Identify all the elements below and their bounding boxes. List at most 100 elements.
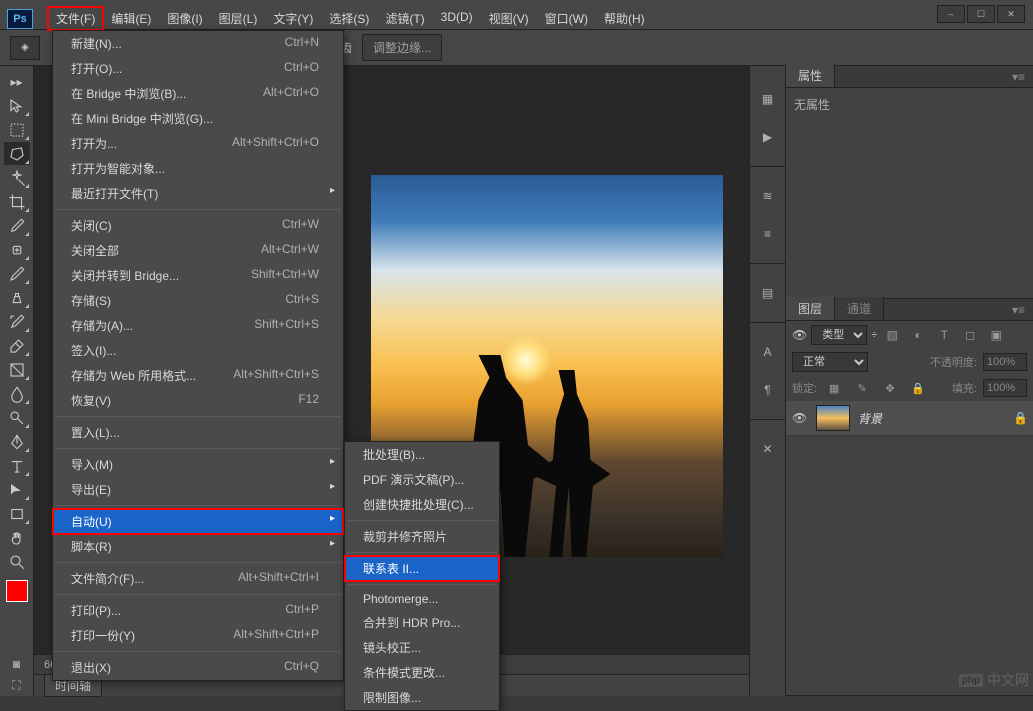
panel-menu-icon[interactable]: ▾≡ bbox=[1004, 300, 1033, 320]
move-tool[interactable] bbox=[4, 94, 30, 117]
file-menu-item-6[interactable]: 最近打开文件(T) bbox=[53, 181, 343, 206]
file-menu-item-19[interactable]: 导入(M) bbox=[53, 452, 343, 477]
file-menu-item-8[interactable]: 关闭(C)Ctrl+W bbox=[53, 213, 343, 238]
healing-brush-tool[interactable] bbox=[4, 238, 30, 261]
auto-menu-item-10[interactable]: 镜头校正... bbox=[345, 635, 499, 660]
auto-menu-item-6[interactable]: 联系表 II... bbox=[345, 556, 499, 581]
menu-layer[interactable]: 图层(L) bbox=[211, 7, 266, 30]
tool-preset-icon[interactable]: ◈ bbox=[10, 36, 40, 60]
file-menu-item-17[interactable]: 置入(L)... bbox=[53, 420, 343, 445]
file-menu-item-12[interactable]: 存储为(A)...Shift+Ctrl+S bbox=[53, 313, 343, 338]
menu-type[interactable]: 文字(Y) bbox=[265, 7, 321, 30]
file-menu-item-2[interactable]: 在 Bridge 中浏览(B)...Alt+Ctrl+O bbox=[53, 81, 343, 106]
file-menu-item-22[interactable]: 自动(U) bbox=[53, 509, 343, 534]
history-brush-tool[interactable] bbox=[4, 310, 30, 333]
lock-all-icon[interactable]: 🔒 bbox=[907, 378, 929, 398]
file-menu-item-4[interactable]: 打开为...Alt+Shift+Ctrl+O bbox=[53, 131, 343, 156]
file-menu-item-27[interactable]: 打印(P)...Ctrl+P bbox=[53, 598, 343, 623]
window-minimize-button[interactable]: – bbox=[937, 5, 965, 23]
eyedropper-tool[interactable] bbox=[4, 214, 30, 237]
blend-mode-select[interactable]: 正常 bbox=[792, 352, 868, 372]
filter-type-icon[interactable]: T bbox=[933, 325, 955, 345]
history-icon[interactable]: ▦ bbox=[755, 86, 781, 112]
dodge-tool[interactable] bbox=[4, 406, 30, 429]
refine-edge-button[interactable]: 调整边缘... bbox=[362, 34, 442, 61]
visibility-eye-icon[interactable]: 👁 bbox=[792, 411, 810, 425]
magic-wand-tool[interactable] bbox=[4, 166, 30, 189]
file-menu-item-30[interactable]: 退出(X)Ctrl+Q bbox=[53, 655, 343, 680]
auto-menu-item-9[interactable]: 合并到 HDR Pro... bbox=[345, 610, 499, 635]
file-menu-item-15[interactable]: 恢复(V)F12 bbox=[53, 388, 343, 413]
file-menu-item-25[interactable]: 文件简介(F)...Alt+Shift+Ctrl+I bbox=[53, 566, 343, 591]
path-selection-tool[interactable] bbox=[4, 478, 30, 501]
menu-view[interactable]: 视图(V) bbox=[481, 7, 537, 30]
pen-tool[interactable] bbox=[4, 430, 30, 453]
layer-item-background[interactable]: 👁 背景 🔒 bbox=[786, 401, 1033, 436]
auto-menu-item-8[interactable]: Photomerge... bbox=[345, 588, 499, 610]
file-menu-item-14[interactable]: 存储为 Web 所用格式...Alt+Shift+Ctrl+S bbox=[53, 363, 343, 388]
screen-mode-icon[interactable]: ⛶ bbox=[12, 678, 20, 693]
auto-menu-item-12[interactable]: 限制图像... bbox=[345, 685, 499, 710]
character-icon[interactable]: A bbox=[755, 339, 781, 365]
file-menu-item-11[interactable]: 存储(S)Ctrl+S bbox=[53, 288, 343, 313]
menu-help[interactable]: 帮助(H) bbox=[596, 7, 653, 30]
tab-layers[interactable]: 图层 bbox=[786, 297, 835, 320]
file-menu-item-28[interactable]: 打印一份(Y)Alt+Shift+Ctrl+P bbox=[53, 623, 343, 648]
rectangle-tool[interactable] bbox=[4, 502, 30, 525]
actions-icon[interactable]: ▶ bbox=[755, 124, 781, 150]
file-menu-item-3[interactable]: 在 Mini Bridge 中浏览(G)... bbox=[53, 106, 343, 131]
filter-adjust-icon[interactable]: ◐ bbox=[907, 325, 929, 345]
file-menu-item-9[interactable]: 关闭全部Alt+Ctrl+W bbox=[53, 238, 343, 263]
auto-menu-item-11[interactable]: 条件模式更改... bbox=[345, 660, 499, 685]
swatches-icon[interactable]: ▤ bbox=[755, 280, 781, 306]
panel-menu-icon[interactable]: ▾≡ bbox=[1004, 67, 1033, 87]
menu-file[interactable]: 文件(F) bbox=[48, 7, 103, 30]
blur-tool[interactable] bbox=[4, 382, 30, 405]
window-maximize-button[interactable]: ☐ bbox=[967, 5, 995, 23]
auto-menu-item-2[interactable]: 创建快捷批处理(C)... bbox=[345, 492, 499, 517]
menu-filter[interactable]: 滤镜(T) bbox=[377, 7, 432, 30]
type-tool[interactable] bbox=[4, 454, 30, 477]
zoom-tool[interactable] bbox=[4, 550, 30, 573]
file-menu-item-10[interactable]: 关闭并转到 Bridge...Shift+Ctrl+W bbox=[53, 263, 343, 288]
gradient-tool[interactable] bbox=[4, 358, 30, 381]
quick-mask-icon[interactable]: ◙ bbox=[13, 657, 20, 671]
adjustments-icon[interactable]: ✕ bbox=[755, 436, 781, 462]
brush-tool[interactable] bbox=[4, 262, 30, 285]
file-menu-item-5[interactable]: 打开为智能对象... bbox=[53, 156, 343, 181]
opacity-input[interactable] bbox=[983, 353, 1027, 371]
auto-menu-item-0[interactable]: 批处理(B)... bbox=[345, 442, 499, 467]
file-menu-item-20[interactable]: 导出(E) bbox=[53, 477, 343, 502]
auto-menu-item-1[interactable]: PDF 演示文稿(P)... bbox=[345, 467, 499, 492]
filter-shape-icon[interactable]: ◻ bbox=[959, 325, 981, 345]
menu-select[interactable]: 选择(S) bbox=[321, 7, 377, 30]
marquee-tool[interactable] bbox=[4, 118, 30, 141]
eraser-tool[interactable] bbox=[4, 334, 30, 357]
hand-tool[interactable] bbox=[4, 526, 30, 549]
lock-brush-icon[interactable]: ✎ bbox=[851, 378, 873, 398]
file-menu-item-1[interactable]: 打开(O)...Ctrl+O bbox=[53, 56, 343, 81]
clone-stamp-tool[interactable] bbox=[4, 286, 30, 309]
filter-smart-icon[interactable]: ▣ bbox=[985, 325, 1007, 345]
window-close-button[interactable]: ✕ bbox=[997, 5, 1025, 23]
file-menu-item-23[interactable]: 脚本(R) bbox=[53, 534, 343, 559]
tab-channels[interactable]: 通道 bbox=[835, 297, 884, 320]
menu-window[interactable]: 窗口(W) bbox=[537, 7, 596, 30]
auto-menu-item-4[interactable]: 裁剪并修齐照片 bbox=[345, 524, 499, 549]
filter-pixel-icon[interactable]: ▧ bbox=[881, 325, 903, 345]
menu-edit[interactable]: 编辑(E) bbox=[103, 7, 159, 30]
lasso-tool[interactable] bbox=[4, 142, 30, 165]
layer-thumbnail[interactable] bbox=[816, 405, 850, 431]
layer-filter-kind-icon[interactable]: 👁 bbox=[792, 328, 807, 342]
crop-tool[interactable] bbox=[4, 190, 30, 213]
menu-image[interactable]: 图像(I) bbox=[159, 7, 210, 30]
lock-transparent-icon[interactable]: ▦ bbox=[823, 378, 845, 398]
file-menu-item-0[interactable]: 新建(N)...Ctrl+N bbox=[53, 31, 343, 56]
file-menu-item-13[interactable]: 签入(I)... bbox=[53, 338, 343, 363]
brush-preset-icon[interactable]: ≡ bbox=[755, 221, 781, 247]
brush-panel-icon[interactable]: ≋ bbox=[755, 183, 781, 209]
foreground-color-swatch[interactable] bbox=[6, 580, 28, 602]
tab-grip-icon[interactable]: ▸▸ bbox=[4, 70, 30, 93]
menu-3d[interactable]: 3D(D) bbox=[433, 7, 481, 30]
fill-input[interactable] bbox=[983, 379, 1027, 397]
